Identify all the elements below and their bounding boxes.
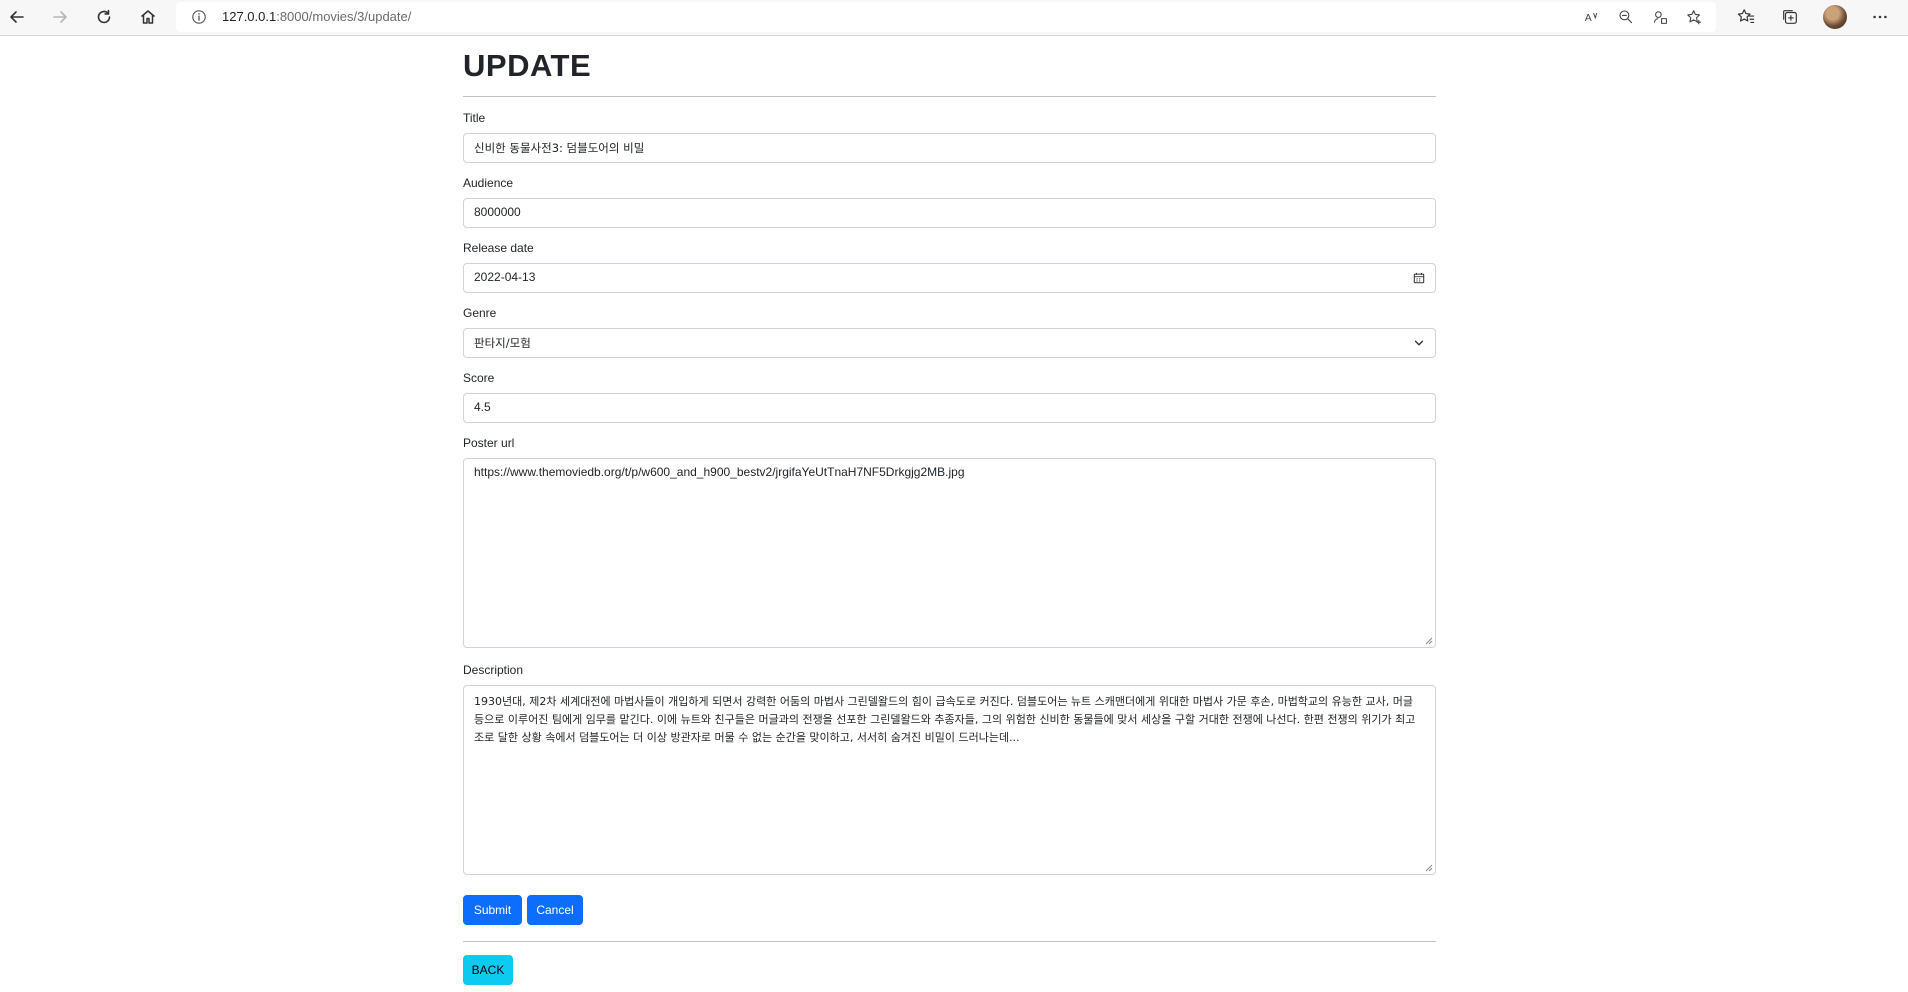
back-arrow-icon[interactable] — [3, 3, 31, 31]
release-date-input-value: 2022-04-13 — [474, 270, 536, 284]
reload-icon[interactable] — [90, 3, 118, 31]
favorites-icon[interactable] — [1732, 3, 1760, 31]
cancel-button[interactable]: Cancel — [527, 895, 583, 925]
title-divider — [463, 96, 1436, 97]
resize-handle-icon[interactable] — [1425, 637, 1433, 645]
url-host: 127.0.0.1 — [222, 9, 277, 24]
genre-label: Genre — [463, 306, 497, 320]
browser-toolbar: 127.0.0.1:8000/movies/3/update/ A — [0, 0, 1908, 36]
poster-url-textarea[interactable]: https://www.themoviedb.org/t/p/w600_and_… — [463, 458, 1436, 648]
page-title: UPDATE — [463, 48, 592, 83]
site-info-icon[interactable] — [190, 8, 208, 26]
audience-input[interactable]: 8000000 — [463, 198, 1436, 228]
collections-icon[interactable] — [1776, 3, 1804, 31]
svg-text:A: A — [1585, 13, 1592, 24]
poster-url-value: https://www.themoviedb.org/t/p/w600_and_… — [474, 465, 965, 479]
submit-button[interactable]: Submit — [463, 895, 522, 925]
description-value: 1930년대, 제2차 세계대전에 마법사들이 개입하게 되면서 강력한 어둠의… — [474, 695, 1416, 744]
url-path: :8000/movies/3/update/ — [276, 9, 412, 24]
profile-avatar[interactable] — [1823, 5, 1847, 29]
title-input[interactable]: 신비한 동물사전3: 덤블도어의 비밀 — [463, 133, 1436, 163]
read-aloud-icon[interactable]: A — [1582, 7, 1602, 27]
add-favorite-icon[interactable] — [1684, 7, 1704, 27]
score-input-value: 4.5 — [474, 400, 491, 414]
url-text: 127.0.0.1:8000/movies/3/update/ — [222, 9, 411, 24]
address-bar[interactable]: 127.0.0.1:8000/movies/3/update/ A — [176, 2, 1716, 32]
audience-label: Audience — [463, 176, 514, 190]
forward-arrow-icon[interactable] — [46, 3, 74, 31]
bottom-divider — [463, 941, 1436, 942]
back-button[interactable]: BACK — [463, 955, 513, 985]
description-label: Description — [463, 663, 524, 677]
resize-handle-icon[interactable] — [1425, 864, 1433, 872]
translate-icon[interactable] — [1650, 7, 1670, 27]
more-options-icon[interactable] — [1866, 3, 1894, 31]
description-textarea[interactable]: 1930년대, 제2차 세계대전에 마법사들이 개입하게 되면서 강력한 어둠의… — [463, 685, 1436, 875]
chevron-down-icon — [1411, 335, 1427, 351]
calendar-icon[interactable] — [1411, 270, 1427, 286]
home-icon[interactable] — [134, 3, 162, 31]
release-date-label: Release date — [463, 241, 534, 255]
title-label: Title — [463, 111, 486, 125]
zoom-out-icon[interactable] — [1616, 7, 1636, 27]
score-label: Score — [463, 371, 495, 385]
genre-select[interactable]: 판타지/모험 — [463, 328, 1436, 358]
release-date-input[interactable]: 2022-04-13 — [463, 263, 1436, 293]
title-input-value: 신비한 동물사전3: 덤블도어의 비밀 — [474, 141, 645, 155]
genre-select-value: 판타지/모험 — [474, 336, 531, 350]
poster-url-label: Poster url — [463, 436, 515, 450]
score-input[interactable]: 4.5 — [463, 393, 1436, 423]
audience-input-value: 8000000 — [474, 205, 521, 219]
